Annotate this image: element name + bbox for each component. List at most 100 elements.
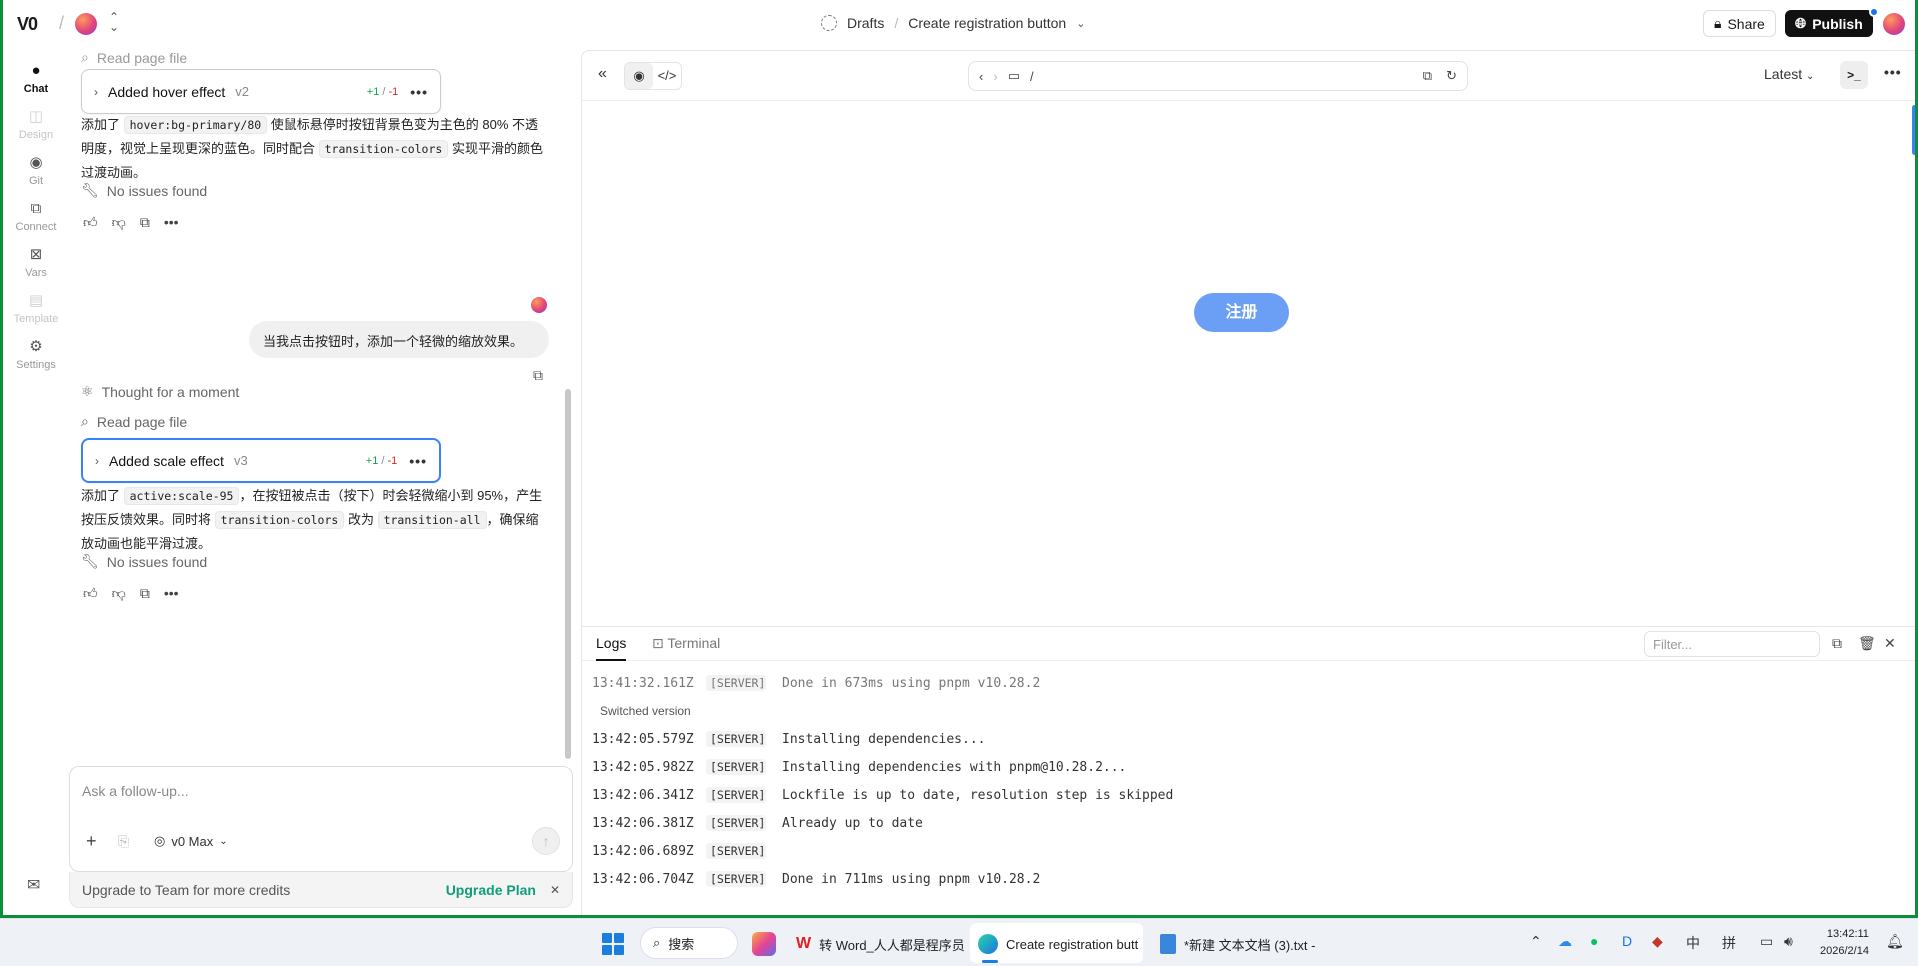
close-icon[interactable]: ✕ bbox=[1884, 635, 1896, 652]
copy-icon[interactable]: ⧉ bbox=[1832, 635, 1842, 652]
tray-app-icon[interactable]: ◆ bbox=[1652, 933, 1663, 950]
more-icon[interactable]: ••• bbox=[1884, 64, 1902, 80]
tab-logs[interactable]: Logs bbox=[596, 635, 627, 661]
thumbs-up-icon[interactable]: 👍︎ bbox=[83, 214, 98, 231]
rail-item-template[interactable]: ▤ Template bbox=[3, 292, 69, 326]
onedrive-icon[interactable]: ☁︎ bbox=[1558, 933, 1572, 950]
log-timestamp: 13:42:06.704Z bbox=[592, 871, 694, 887]
trash-icon[interactable]: 🗑︎ bbox=[1858, 635, 1876, 652]
rail-item-connect[interactable]: ⧉ Connect bbox=[3, 201, 69, 234]
terminal-toggle-button[interactable]: >_ bbox=[1840, 61, 1868, 89]
ime-pinyin[interactable]: 拼 bbox=[1722, 933, 1736, 953]
rail-item-design[interactable]: ◫ Design bbox=[3, 109, 69, 142]
version-card-v3[interactable]: › Added scale effect v3 +1 / -1 ••• bbox=[81, 438, 441, 483]
team-switcher-chevron-icon[interactable]: ⌃ ⌄ bbox=[109, 11, 119, 33]
more-icon[interactable]: ••• bbox=[164, 214, 179, 231]
eye-icon[interactable]: ◉ bbox=[625, 63, 653, 89]
model-icon: ◎ bbox=[154, 833, 166, 848]
share-button[interactable]: 🔒︎ Share bbox=[1703, 10, 1776, 37]
taskbar-app-notepad[interactable]: *新建 文本文档 (3).txt - bbox=[1160, 929, 1315, 959]
thumbs-down-icon[interactable]: 👎︎ bbox=[112, 214, 126, 231]
volume-icon[interactable]: 🔊︎ bbox=[1784, 933, 1793, 950]
github-icon: ◉ bbox=[29, 154, 43, 171]
monitor-icon[interactable]: ▭ bbox=[1008, 68, 1020, 84]
chat-panel: ⌕ Read page file › Added hover effect v2… bbox=[69, 49, 573, 915]
more-icon[interactable]: ••• bbox=[164, 585, 179, 602]
network-icon[interactable]: ▭ bbox=[1760, 933, 1773, 950]
close-icon[interactable]: ✕ bbox=[550, 883, 560, 897]
dingtalk-icon[interactable]: D bbox=[1622, 933, 1632, 949]
copy-icon[interactable]: ⧉ bbox=[140, 214, 150, 231]
open-external-icon[interactable]: ⧉ bbox=[1423, 68, 1432, 84]
wechat-icon[interactable]: ● bbox=[1590, 933, 1598, 949]
send-button[interactable]: ↑ bbox=[532, 827, 560, 855]
diff-add: +1 bbox=[365, 454, 379, 467]
ime-chinese[interactable]: 中 bbox=[1686, 933, 1700, 953]
plus-icon[interactable]: + bbox=[86, 831, 97, 852]
forward-icon[interactable]: › bbox=[993, 69, 997, 84]
more-icon[interactable]: ••• bbox=[409, 453, 427, 469]
chat-messages[interactable]: ⌕ Read page file › Added hover effect v2… bbox=[69, 49, 563, 761]
version-card-v2[interactable]: › Added hover effect v2 +1 / -1 ••• bbox=[81, 69, 441, 114]
url-actions: ⧉ ↻ bbox=[1423, 68, 1457, 84]
back-icon[interactable]: ‹ bbox=[979, 69, 983, 84]
thumbs-up-icon[interactable]: 👍︎ bbox=[83, 585, 98, 602]
url-path[interactable]: / bbox=[1030, 69, 1034, 84]
more-icon[interactable]: ••• bbox=[410, 84, 428, 100]
register-button[interactable]: 注册 bbox=[1194, 293, 1289, 332]
follow-up-input[interactable]: Ask a follow-up... bbox=[82, 783, 189, 799]
team-avatar[interactable] bbox=[75, 13, 97, 35]
url-bar[interactable]: ‹ › ▭ / ⧉ ↻ bbox=[968, 61, 1468, 91]
rail-item-chat[interactable]: ● Chat bbox=[3, 63, 69, 96]
chat-scrollbar[interactable] bbox=[565, 389, 571, 759]
breadcrumb: Drafts / Create registration button ⌄ bbox=[821, 15, 1085, 31]
app-window: V0 / ⌃ ⌄ Drafts / Create registration but… bbox=[0, 0, 1918, 918]
thumbs-down-icon[interactable]: 👎︎ bbox=[112, 585, 126, 602]
chevron-right-icon[interactable]: › bbox=[94, 85, 98, 99]
taskbar-app-edge[interactable]: Create registration butt bbox=[978, 929, 1138, 959]
notification-bell-icon[interactable]: 🔔︎ bbox=[1886, 933, 1904, 950]
user-avatar[interactable] bbox=[1883, 13, 1905, 35]
copy-icon[interactable]: ⧉ bbox=[533, 367, 543, 384]
model-selector[interactable]: ◎ v0 Max ⌄ bbox=[154, 833, 228, 849]
log-row: 13:42:06.381Z [SERVER] Already up to dat… bbox=[592, 809, 1892, 837]
project-title[interactable]: Create registration button bbox=[908, 15, 1066, 31]
collapse-icon[interactable]: « bbox=[598, 65, 607, 83]
rail-label: Vars bbox=[25, 267, 47, 279]
v0-logo[interactable]: V0 bbox=[17, 14, 38, 35]
chevron-down-icon: ⌄ bbox=[219, 835, 228, 847]
taskbar-search[interactable]: ⌕ 搜索 bbox=[640, 927, 738, 959]
tab-terminal[interactable]: ⊡ Terminal bbox=[652, 635, 720, 652]
rail-item-git[interactable]: ◉ Git bbox=[3, 154, 69, 188]
log-message: Already up to date bbox=[782, 815, 923, 831]
thought-row[interactable]: ⚛︎ Thought for a moment bbox=[81, 383, 239, 400]
preview-scrollbar[interactable] bbox=[1912, 105, 1915, 155]
breadcrumb-drafts[interactable]: Drafts bbox=[847, 15, 884, 31]
version-select[interactable]: Latest ⌄ bbox=[1764, 66, 1814, 82]
tray-chevron-up-icon[interactable]: ⌃ bbox=[1530, 933, 1542, 950]
rail-item-settings[interactable]: ⚙︎ Settings bbox=[3, 339, 69, 372]
chevron-right-icon[interactable]: › bbox=[95, 454, 99, 468]
clock[interactable]: 13:42:11 2026/2/14 bbox=[1820, 926, 1869, 960]
draft-status-icon bbox=[821, 15, 837, 31]
template-icon: ▤ bbox=[28, 292, 44, 309]
log-filter-input[interactable]: Filter... bbox=[1644, 631, 1820, 657]
copy-icon[interactable]: ⧉ bbox=[140, 585, 150, 602]
preview-panel: « ◉ </> ‹ › ▭ / ⧉ ↻ Latest ⌄ >_ ••• 注册 L… bbox=[581, 50, 1915, 915]
windows-start-icon[interactable] bbox=[602, 933, 624, 955]
chevron-down-icon[interactable]: ⌄ bbox=[1076, 17, 1085, 30]
version-title: Added hover effect bbox=[108, 83, 226, 100]
code-icon[interactable]: </> bbox=[653, 63, 681, 89]
log-tag: [SERVER] bbox=[706, 675, 766, 691]
taskbar-app-wps[interactable]: W 转 Word_人人都是程序员 bbox=[796, 929, 965, 959]
brain-icon: ⚛︎ bbox=[81, 383, 94, 399]
publish-button[interactable]: 🌐︎ Publish bbox=[1785, 10, 1873, 37]
rail-label: Chat bbox=[23, 83, 49, 95]
attach-icon[interactable]: ⎘ bbox=[118, 833, 129, 850]
rail-item-vars[interactable]: ⊠ Vars bbox=[3, 247, 69, 280]
refresh-icon[interactable]: ↻ bbox=[1446, 68, 1457, 84]
log-list[interactable]: 13:41:32.161Z [SERVER] Done in 673ms usi… bbox=[592, 669, 1892, 893]
copilot-icon[interactable] bbox=[752, 929, 776, 959]
upgrade-plan-link[interactable]: Upgrade Plan bbox=[446, 882, 536, 898]
mail-icon[interactable]: ✉︎ bbox=[27, 875, 40, 895]
